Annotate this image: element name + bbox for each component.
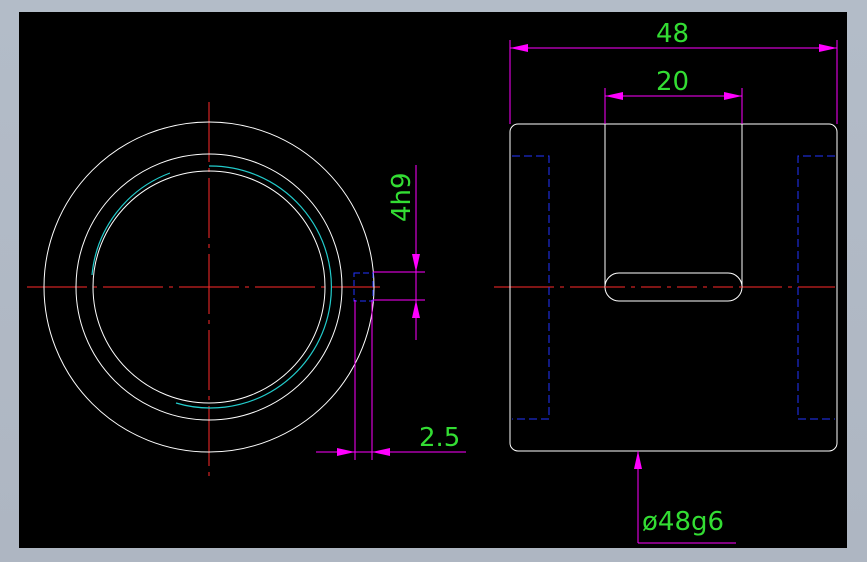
groove-outline [604,124,743,287]
dim-arrow-left [510,44,528,52]
side-view [494,123,838,452]
dim-groove-width: 4h9 [373,165,425,340]
dim-groove-width-text: 4h9 [387,172,417,222]
dim-arrow-right [337,448,355,456]
dim-groove-depth-text: 2.5 [419,423,460,453]
dim-overall-length-text: 48 [656,19,689,49]
dim-outer-diameter: ø48g6 [634,451,736,544]
dim-groove-length: 20 [604,67,743,124]
thread-arc-left [91,172,171,276]
cad-drawing: 4h9 2.5 48 20 ø48g6 [27,19,838,544]
dim-arrow-up [412,300,420,318]
dim-groove-length-text: 20 [656,67,689,97]
dim-arrow-left [605,92,623,100]
dim-groove-depth: 2.5 [316,300,466,460]
dim-arrow-right [724,92,742,100]
dim-arrow-down [412,254,420,272]
end-view [27,102,380,478]
dim-arrow-up [634,451,642,469]
dim-arrow-right [819,44,837,52]
dim-outer-diameter-text: ø48g6 [642,507,724,537]
dim-arrow-left [372,448,390,456]
